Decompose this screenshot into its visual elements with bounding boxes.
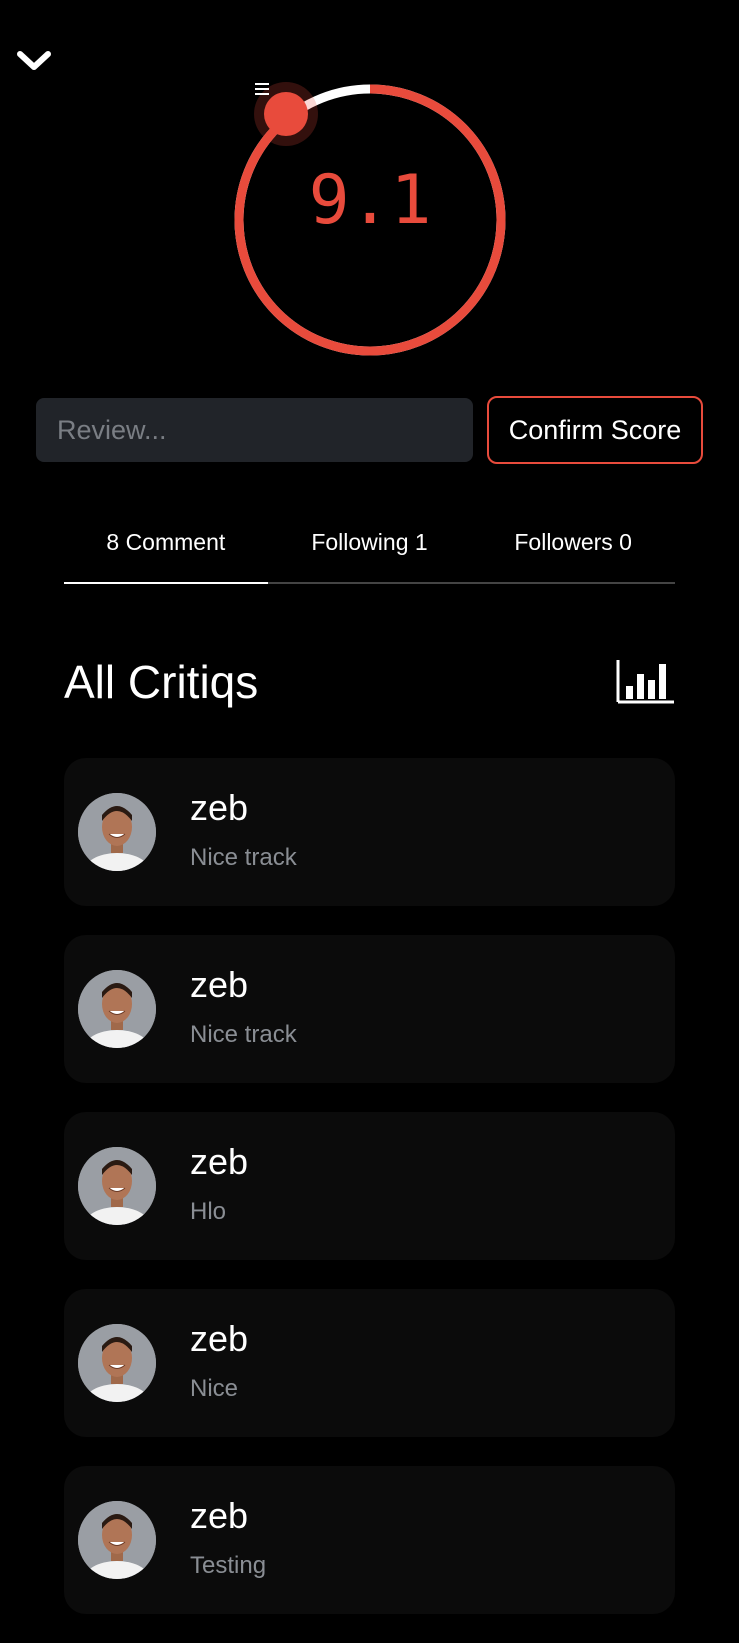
avatar[interactable] xyxy=(78,793,156,871)
bar-chart-icon xyxy=(616,660,674,704)
tab-comments[interactable]: 8 Comment xyxy=(64,510,268,584)
collapse-button[interactable] xyxy=(16,44,52,76)
comment-text: Nice xyxy=(190,1375,239,1402)
stats-button[interactable] xyxy=(616,658,676,704)
comment-card[interactable]: zeb Hlo xyxy=(64,1112,675,1260)
avatar[interactable] xyxy=(78,970,156,1048)
score-value: 9.1 xyxy=(308,161,432,240)
score-dial[interactable]: 9.1 xyxy=(232,82,508,358)
tab-followers[interactable]: Followers 0 xyxy=(471,510,675,574)
comment-text: Hlo xyxy=(190,1198,227,1225)
comment-card[interactable]: zeb Nice track xyxy=(64,935,675,1083)
avatar[interactable] xyxy=(78,1501,156,1579)
comment-username: zeb xyxy=(190,964,249,1005)
confirm-score-button[interactable]: Confirm Score xyxy=(487,396,703,464)
chevron-down-icon xyxy=(17,51,51,70)
comment-list: zeb Nice track zeb Nice track zeb Hlo ze… xyxy=(64,758,675,1643)
comment-username: zeb xyxy=(190,1318,249,1359)
comment-card[interactable]: zeb Nice xyxy=(64,1289,675,1437)
comment-text: Nice track xyxy=(190,1021,297,1048)
comment-username: zeb xyxy=(190,787,249,828)
review-input[interactable] xyxy=(36,398,473,462)
comment-card[interactable]: zeb Testing xyxy=(64,1466,675,1614)
avatar[interactable] xyxy=(78,1324,156,1402)
comment-text: Testing xyxy=(190,1552,267,1579)
menu-lines-icon xyxy=(255,83,269,95)
comment-text: Nice track xyxy=(190,844,297,871)
section-title: All Critiqs xyxy=(64,656,259,708)
avatar[interactable] xyxy=(78,1147,156,1225)
comment-username: zeb xyxy=(190,1141,249,1182)
score-slider-handle[interactable] xyxy=(254,82,318,146)
tab-following[interactable]: Following 1 xyxy=(268,510,472,574)
comment-username: zeb xyxy=(190,1495,249,1536)
tab-bar: 8 Comment Following 1 Followers 0 xyxy=(64,510,675,584)
comment-card[interactable]: zeb Nice track xyxy=(64,758,675,906)
